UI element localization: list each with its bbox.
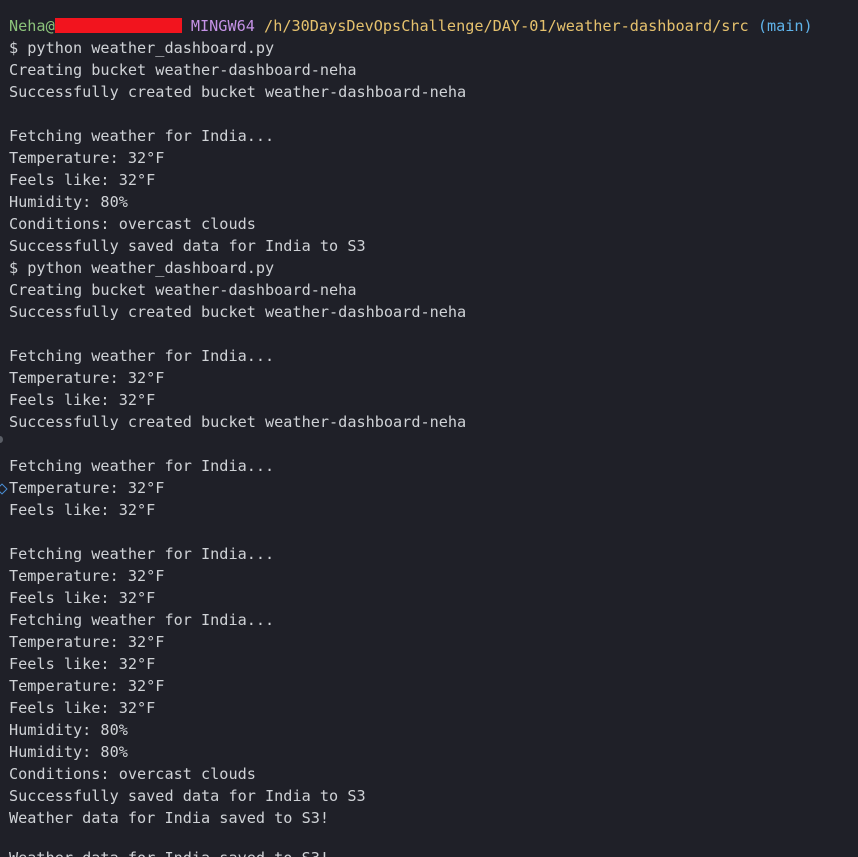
output-line: Feels like: 32°F — [9, 699, 156, 717]
output-line: Temperature: 32°F — [9, 149, 165, 167]
output-line: Successfully saved data for India to S3 — [9, 787, 366, 805]
prompt-branch: (main) — [757, 17, 813, 35]
output-line: Successfully saved data for India to S3 — [9, 237, 366, 255]
prompt-line: Neha@ MINGW64 /h/30DaysDevOpsChallenge/D… — [9, 15, 858, 37]
output-line: Humidity: 80% — [9, 193, 128, 211]
output-line: Feels like: 32°F — [9, 171, 156, 189]
terminal-window[interactable]: Neha@ MINGW64 /h/30DaysDevOpsChallenge/D… — [0, 0, 858, 857]
output-line: Feels like: 32°F — [9, 391, 156, 409]
output-line: Fetching weather for India... — [9, 347, 275, 365]
output-line: Temperature: 32°F — [9, 479, 165, 497]
output-line: Temperature: 32°F — [9, 677, 165, 695]
output-line: Successfully created bucket weather-dash… — [9, 303, 467, 321]
output-line: Creating bucket weather-dashboard-neha — [9, 281, 357, 299]
output-line: Feels like: 32°F — [9, 655, 156, 673]
output-line: Fetching weather for India... — [9, 545, 275, 563]
output-line: Conditions: overcast clouds — [9, 215, 256, 233]
command-line: $ python weather_dashboard.py — [9, 259, 275, 277]
gutter-marker-icon — [0, 436, 3, 443]
output-line: Fetching weather for India... — [9, 127, 275, 145]
partial-output-line: Weather data for India saved to S3! — [9, 847, 339, 857]
output-line: Feels like: 32°F — [9, 589, 156, 607]
output-line: Temperature: 32°F — [9, 567, 165, 585]
terminal-output: Neha@ MINGW64 /h/30DaysDevOpsChallenge/D… — [9, 15, 858, 851]
output-line: Temperature: 32°F — [9, 369, 165, 387]
output-line: Fetching weather for India... — [9, 611, 275, 629]
output-line: Weather data for India saved to S3! — [9, 809, 330, 827]
output-line: Fetching weather for India... — [9, 457, 275, 475]
command-decoration-icon — [0, 483, 8, 495]
output-line: Conditions: overcast clouds — [9, 765, 256, 783]
output-line: Successfully created bucket weather-dash… — [9, 413, 467, 431]
output-line: Temperature: 32°F — [9, 633, 165, 651]
command-line: $ python weather_dashboard.py — [9, 39, 275, 57]
output-line: Humidity: 80% — [9, 743, 128, 761]
output-line: Humidity: 80% — [9, 721, 128, 739]
redacted-hostname — [54, 18, 182, 33]
prompt-system: MINGW64 — [190, 17, 255, 35]
prompt-user: Neha@ — [9, 17, 55, 35]
output-line: Creating bucket weather-dashboard-neha — [9, 61, 357, 79]
output-line: Successfully created bucket weather-dash… — [9, 83, 467, 101]
prompt-path: /h/30DaysDevOpsChallenge/DAY-01/weather-… — [264, 17, 749, 35]
output-line: Feels like: 32°F — [9, 501, 156, 519]
